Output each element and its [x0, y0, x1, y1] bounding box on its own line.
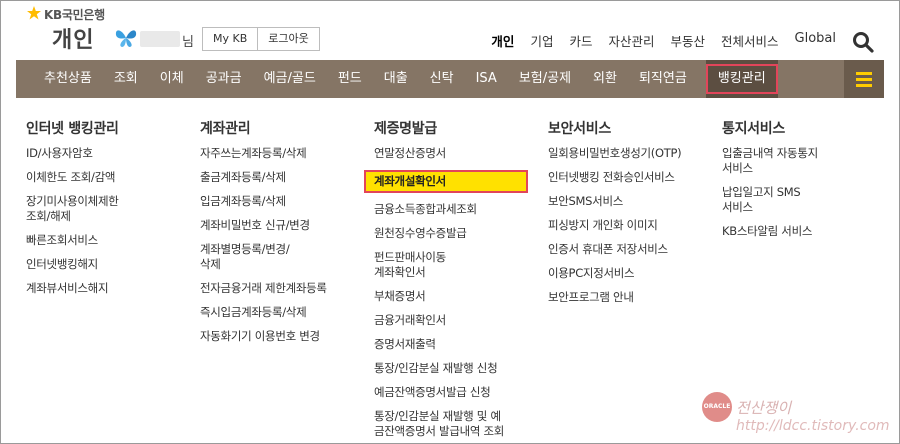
nav-fund[interactable]: 펀드 — [327, 60, 373, 98]
menu-item[interactable]: 입금계좌등록/삭제 — [200, 194, 360, 209]
topnav-business[interactable]: 기업 — [530, 31, 553, 50]
nav-trust[interactable]: 신탁 — [419, 60, 465, 98]
nav-insurance[interactable]: 보험/공제 — [508, 60, 582, 98]
menu-col-security: 보안서비스 일회용비밀번호생성기(OTP) 인터넷뱅킹 전화승인서비스보안SMS서… — [548, 118, 708, 314]
nav-deposit-gold[interactable]: 예금/골드 — [253, 60, 327, 98]
menu-item[interactable]: 빠른조회서비스 — [26, 233, 166, 248]
menu-item[interactable]: 일회용비밀번호생성기(OTP) — [548, 146, 708, 161]
menu-item[interactable]: 즉시입금계좌등록/삭제 — [200, 305, 360, 320]
watermark-url: http://ldcc.tistory.com — [736, 418, 890, 434]
menu-item[interactable]: 계좌뷰서비스해지 — [26, 281, 166, 296]
menu-item[interactable]: 납입일고지 SMS 서비스 — [722, 185, 872, 215]
topnav-realestate[interactable]: 부동산 — [670, 31, 705, 50]
menu-item[interactable]: 피싱방지 개인화 이미지 — [548, 218, 708, 233]
menu-item[interactable]: 계좌비밀번호 신규/변경 — [200, 218, 360, 233]
menu-item[interactable]: 인증서 휴대폰 저장서비스 — [548, 242, 708, 257]
menu-item[interactable]: 인터넷뱅킹 전화승인서비스 — [548, 170, 708, 185]
menu-item[interactable]: 예금잔액증명서발급 신청 — [374, 385, 534, 400]
menu-item[interactable]: 연말정산증명서 — [374, 146, 534, 161]
menu-item[interactable]: 보안프로그램 안내 — [548, 290, 708, 305]
site-title[interactable]: 개인 — [52, 22, 94, 54]
watermark-name: 전산쟁이 — [736, 399, 792, 417]
col-title: 통지서비스 — [722, 121, 785, 137]
header-buttons: My KB 로그아웃 — [202, 27, 320, 51]
topnav-global[interactable]: Global — [795, 31, 836, 50]
menu-col-internet-banking: 인터넷 뱅킹관리 ID/사용자암호이체한도 조회/감액장기미사용이체제한 조회/해… — [26, 118, 166, 305]
menu-item[interactable]: 통장/인감분실 재발행 신청 — [374, 361, 534, 376]
menu-item[interactable]: 금융거래확인서 — [374, 313, 534, 328]
menu-item[interactable]: 입출금내역 자동통지 서비스 — [722, 146, 872, 176]
menu-item[interactable]: 펀드판매사이동 계좌확인서 — [374, 250, 534, 280]
menu-item[interactable]: 장기미사용이체제한 조회/해제 — [26, 194, 166, 224]
menu-item[interactable]: 계좌별명등록/변경/삭제 — [200, 242, 360, 272]
menu-item[interactable]: 계좌개설확인서 — [364, 170, 528, 193]
nav-inquiry[interactable]: 조회 — [103, 60, 149, 98]
menu-toggle-icon[interactable] — [844, 60, 884, 98]
nav-isa[interactable]: ISA — [465, 60, 508, 98]
nav-pension[interactable]: 퇴직연금 — [628, 60, 698, 98]
col-title: 보안서비스 — [548, 121, 611, 137]
menu-item[interactable]: KB스타알림 서비스 — [722, 224, 872, 239]
col-title: 계좌관리 — [200, 121, 251, 137]
menu-item[interactable]: 보안SMS서비스 — [548, 194, 708, 209]
watermark-logo: ORACLE — [702, 392, 732, 422]
menu-item[interactable]: ID/사용자암호 — [26, 146, 166, 161]
menu-item[interactable]: 금융소득종합과세조회 — [374, 202, 534, 217]
menu-item[interactable]: 전자금융거래 제한계좌등록 — [200, 281, 360, 296]
menu-col-certificates: 제증명발급 연말정산증명서계좌개설확인서금융소득종합과세조회원천징수영수증발급펀… — [364, 118, 534, 444]
topnav-asset[interactable]: 자산관리 — [608, 31, 654, 50]
menu-col-account: 계좌관리 자주쓰는계좌등록/삭제출금계좌등록/삭제입금계좌등록/삭제계좌비밀번호… — [200, 118, 360, 353]
kb-star-icon — [27, 6, 41, 20]
butterfly-icon — [115, 30, 137, 47]
menu-item[interactable]: 자주쓰는계좌등록/삭제 — [200, 146, 360, 161]
user-suffix: 님 — [182, 35, 194, 50]
menu-item[interactable]: 부채증명서 — [374, 289, 534, 304]
menu-item[interactable]: 자동화기기 이용번호 변경 — [200, 329, 360, 344]
menu-item[interactable]: 이체한도 조회/감액 — [26, 170, 166, 185]
logout-button[interactable]: 로그아웃 — [257, 28, 319, 50]
menu-item[interactable]: 통장/인감분실 재발행 및 예 금잔액증명서 발급내역 조회 — [374, 409, 534, 439]
nav-utility[interactable]: 공과금 — [195, 60, 253, 98]
menu-col-notification: 통지서비스 입출금내역 자동통지 서비스납입일고지 SMS 서비스 KB스타알림 서비… — [722, 118, 872, 248]
menu-item[interactable]: 출금계좌등록/삭제 — [200, 170, 360, 185]
user-name-masked — [140, 31, 180, 47]
menu-item[interactable]: 원천징수영수증발급 — [374, 226, 534, 241]
main-nav: 추천상품 조회 이체 공과금 예금/골드 펀드 대출 신탁 ISA 보험/공제 … — [16, 60, 884, 98]
kb-logo[interactable]: KB국민은행 — [44, 6, 105, 23]
col-title: 인터넷 뱅킹관리 — [26, 121, 119, 137]
topnav-all-services[interactable]: 전체서비스 — [721, 31, 779, 50]
top-nav: 개인 기업 카드 자산관리 부동산 전체서비스 Global — [491, 31, 836, 50]
menu-item[interactable]: 증명서재출력 — [374, 337, 534, 352]
topnav-card[interactable]: 카드 — [569, 31, 592, 50]
topnav-personal[interactable]: 개인 — [491, 31, 514, 50]
nav-loan[interactable]: 대출 — [373, 60, 419, 98]
search-icon[interactable] — [852, 31, 874, 53]
nav-forex[interactable]: 외환 — [582, 60, 628, 98]
mykb-button[interactable]: My KB — [203, 28, 258, 50]
col-title: 제증명발급 — [374, 121, 437, 137]
nav-transfer[interactable]: 이체 — [149, 60, 195, 98]
menu-item[interactable]: 인터넷뱅킹해지 — [26, 257, 166, 272]
nav-banking-management[interactable]: 뱅킹관리 — [705, 60, 778, 98]
nav-recommended[interactable]: 추천상품 — [16, 60, 103, 98]
menu-item[interactable]: 이용PC지정서비스 — [548, 266, 708, 281]
